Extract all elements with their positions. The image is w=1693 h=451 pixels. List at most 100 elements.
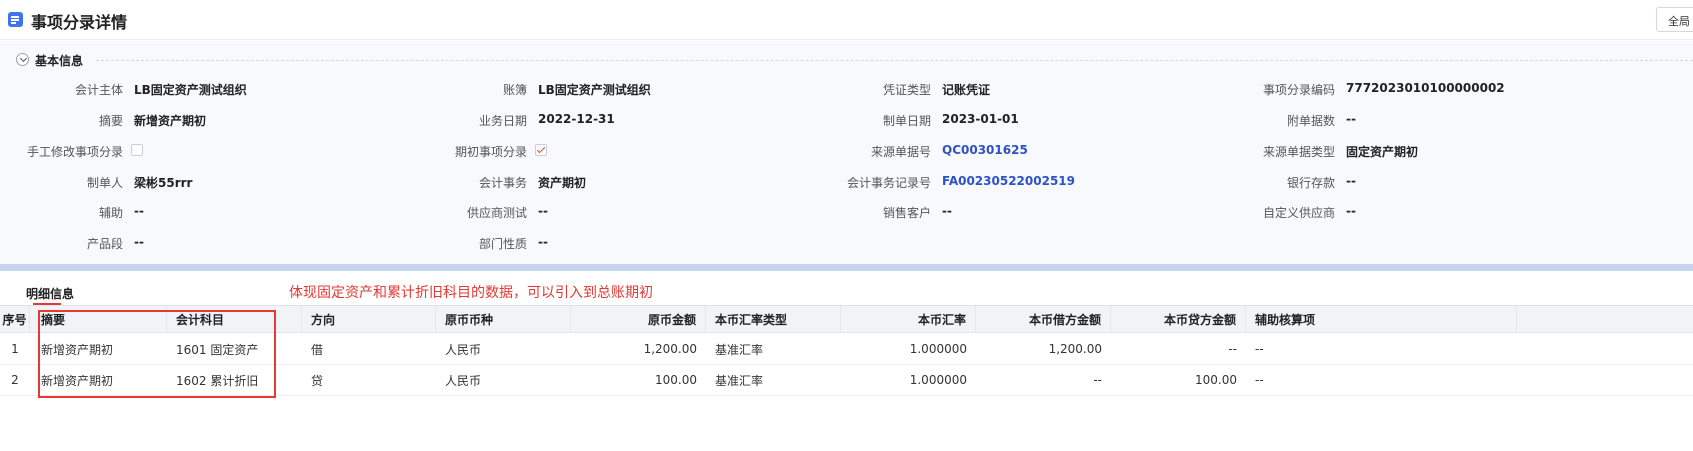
field-value: -- [1346,204,1356,218]
section-title: 基本信息 [35,54,84,68]
cell-currency: 人民币 [445,342,482,357]
field-source-doc-type: 来源单据类型 固定资产期初 [1212,143,1612,159]
field-source-doc-no: 来源单据号 QC00301625 [808,143,1208,159]
column-header[interactable]: 辅助核算项 [1246,306,1517,332]
cell-seq: 2 [11,373,19,387]
cell-rate: 1.000000 [909,342,967,356]
column-header[interactable]: 本币贷方金额 [1111,306,1246,332]
cell-rate: 1.000000 [909,373,967,387]
field-value: LB固定资产测试组织 [134,83,247,97]
column-header[interactable]: 方向 [302,306,436,332]
column-header[interactable]: 序号 [0,306,30,332]
field-value: 记账凭证 [942,83,991,97]
section-header[interactable]: 基本信息 [16,51,1693,69]
page-header: 事项分录详情 全局 [0,0,1693,40]
field-label: 制单人 [86,176,123,190]
field-attachments: 附单据数 -- [1212,112,1612,128]
cell-orig-amount: 1,200.00 [643,342,697,356]
manual-edit-checkbox[interactable] [131,144,143,156]
field-value: -- [942,204,952,218]
cell-currency: 人民币 [445,373,482,388]
field-value: 固定资产期初 [1346,145,1419,159]
section-divider [96,60,1693,61]
field-label: 业务日期 [478,114,527,128]
global-button[interactable]: 全局 [1656,7,1693,32]
table-row[interactable]: 1 新增资产期初 1601 固定资产 借 人民币 1,200.00 基准汇率 1… [0,334,1693,365]
cell-aux: -- [1255,373,1264,387]
field-department-nature: 部门性质 -- [404,235,804,251]
field-accounting-entity: 会计主体 LB固定资产测试组织 [0,81,400,97]
table-header: 序号 摘要 会计科目 方向 原币币种 原币金额 本币汇率类型 本币汇率 本币借方… [0,305,1693,333]
cell-direction: 贷 [311,373,324,388]
field-label: 产品段 [86,237,123,251]
cell-account: 1601 固定资产 [176,342,259,357]
field-value: LB固定资产测试组织 [538,83,651,97]
cell-seq: 1 [11,342,19,356]
field-label: 制单日期 [882,114,931,128]
cell-credit: -- [1228,342,1237,356]
field-entry-code: 事项分录编码 7772023010100000002 [1212,81,1612,97]
column-header[interactable]: 会计科目 [167,306,302,332]
cell-orig-amount: 100.00 [655,373,697,387]
field-label: 摘要 [98,114,123,128]
cell-rate-type: 基准汇率 [715,373,764,388]
field-label: 期初事项分录 [454,145,527,159]
field-value: -- [134,204,144,218]
field-custom-supplier: 自定义供应商 -- [1212,204,1612,220]
field-value: -- [1346,112,1356,126]
tab-detail-info[interactable]: 明细信息 [26,285,74,302]
field-label: 来源单据类型 [1262,145,1335,159]
field-business-date: 业务日期 2022-12-31 [404,112,804,128]
cell-account: 1602 累计折旧 [176,373,259,388]
field-label: 会计事务记录号 [846,176,931,190]
column-header[interactable]: 本币借方金额 [976,306,1111,332]
cell-debit: 1,200.00 [1048,342,1102,356]
cell-rate-type: 基准汇率 [715,342,764,357]
document-icon [8,12,23,27]
field-label: 银行存款 [1286,176,1335,190]
field-value: 2022-12-31 [538,112,615,126]
field-opening-entry: 期初事项分录 [404,143,804,159]
opening-entry-checkbox[interactable] [535,144,547,156]
field-create-date: 制单日期 2023-01-01 [808,112,1208,128]
field-auxiliary: 辅助 -- [0,204,400,220]
field-value: 资产期初 [538,176,587,190]
cell-summary: 新增资产期初 [41,342,114,357]
column-header[interactable]: 本币汇率 [841,306,976,332]
field-bank-deposit: 银行存款 -- [1212,174,1612,190]
field-label: 附单据数 [1286,114,1335,128]
field-value: 新增资产期初 [134,114,207,128]
table-row[interactable]: 2 新增资产期初 1602 累计折旧 贷 人民币 100.00 基准汇率 1.0… [0,365,1693,396]
field-label: 辅助 [98,206,123,220]
cell-summary: 新增资产期初 [41,373,114,388]
field-event-record-no: 会计事务记录号 FA00230522002519 [808,174,1208,190]
column-header[interactable]: 原币金额 [571,306,706,332]
field-label: 供应商测试 [466,206,527,220]
column-header[interactable]: 本币汇率类型 [706,306,841,332]
field-label: 销售客户 [882,206,931,220]
field-value: 7772023010100000002 [1346,81,1505,95]
chevron-down-icon[interactable] [16,53,29,66]
field-ledger: 账簿 LB固定资产测试组织 [404,81,804,97]
field-value: -- [134,235,144,249]
field-value: -- [538,204,548,218]
column-header[interactable]: 原币币种 [436,306,571,332]
field-sales-customer: 销售客户 -- [808,204,1208,220]
annotation-text: 体现固定资产和累计折旧科目的数据，可以引入到总账期初 [289,285,653,301]
field-label: 凭证类型 [882,83,931,97]
field-label: 账簿 [502,83,527,97]
field-value: 2023-01-01 [942,112,1019,126]
event-record-link[interactable]: FA00230522002519 [942,174,1075,188]
page-title: 事项分录详情 [31,13,128,32]
field-product-segment: 产品段 -- [0,235,400,251]
cell-direction: 借 [311,342,324,357]
cell-aux: -- [1255,342,1264,356]
field-label: 部门性质 [478,237,527,251]
field-manual-edit: 手工修改事项分录 [0,143,400,159]
column-header[interactable]: 摘要 [30,306,167,332]
cell-debit: -- [1093,373,1102,387]
field-voucher-type: 凭证类型 记账凭证 [808,81,1208,97]
field-label: 事项分录编码 [1262,83,1335,97]
field-value: 梁彬55rrr [134,176,193,190]
source-doc-link[interactable]: QC00301625 [942,143,1028,157]
